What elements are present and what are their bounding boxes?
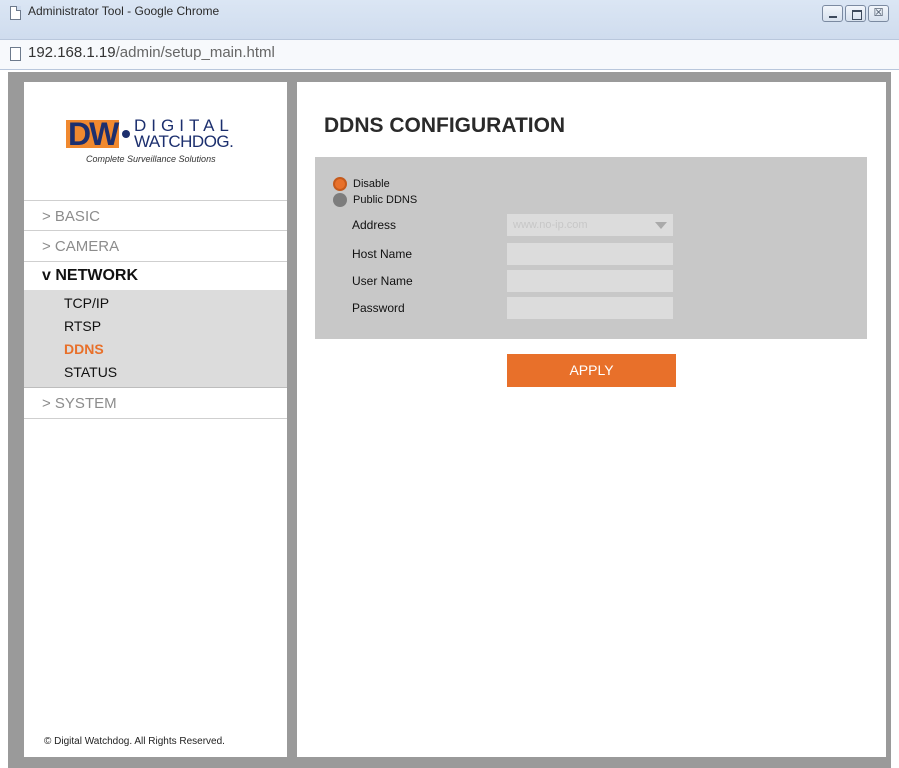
option-disable[interactable]: Disable (333, 176, 390, 192)
page-title: DDNS CONFIGURATION (324, 114, 566, 137)
password-input[interactable] (507, 297, 673, 319)
url-host: 192.168.1.19 (28, 44, 116, 61)
menu-basic[interactable]: > BASIC (24, 200, 287, 231)
page-icon (10, 6, 21, 20)
network-submenu: TCP/IP RTSP DDNS STATUS (24, 290, 287, 388)
close-button[interactable]: ☒ (868, 5, 889, 22)
sidebar-menu: > BASIC > CAMERA v NETWORK TCP/IP RTSP D… (24, 200, 287, 419)
logo-line2: WATCHDOG. (134, 132, 234, 151)
logo-dot (122, 130, 130, 138)
label-disable: Disable (353, 178, 390, 190)
window-titlebar: Administrator Tool - Google Chrome ☒ (0, 0, 899, 40)
apply-button[interactable]: APPLY (507, 354, 676, 387)
digital-watchdog-logo: DW DIGITAL WATCHDOG. Complete Surveillan… (66, 116, 246, 176)
submenu-tcpip[interactable]: TCP/IP (24, 292, 287, 315)
dropdown-arrow-icon (655, 222, 667, 229)
label-public-ddns: Public DDNS (353, 194, 418, 206)
menu-system[interactable]: > SYSTEM (24, 388, 287, 419)
address-value: www.no-ip.com (513, 219, 588, 231)
url-path: /admin/setup_main.html (115, 44, 275, 61)
window-title: Administrator Tool - Google Chrome (28, 4, 220, 18)
address-label: Address (352, 218, 397, 232)
submenu-rtsp[interactable]: RTSP (24, 315, 287, 338)
copyright: © Digital Watchdog. All Rights Reserved. (44, 736, 225, 747)
logo-mark: DW (66, 116, 119, 152)
menu-camera[interactable]: > CAMERA (24, 231, 287, 262)
password-label: Password (352, 301, 405, 315)
submenu-status[interactable]: STATUS (24, 361, 287, 384)
url-text[interactable]: 192.168.1.19/admin/setup_main.html (28, 44, 275, 61)
submenu-ddns[interactable]: DDNS (24, 338, 287, 361)
radio-public-ddns[interactable] (333, 193, 347, 207)
window-controls: ☒ (822, 5, 889, 22)
maximize-button[interactable] (845, 5, 866, 22)
option-public-ddns[interactable]: Public DDNS (333, 192, 417, 208)
address-bar[interactable]: 192.168.1.19/admin/setup_main.html (0, 40, 899, 70)
host-name-input[interactable] (507, 243, 673, 265)
address-select[interactable]: www.no-ip.com (507, 214, 673, 236)
radio-disable[interactable] (333, 177, 347, 191)
host-name-label: Host Name (352, 247, 413, 261)
user-name-label: User Name (352, 274, 413, 288)
menu-network[interactable]: v NETWORK (24, 262, 287, 290)
main-content: DDNS CONFIGURATION Disable Public DDNS A… (297, 82, 886, 757)
sidebar: DW DIGITAL WATCHDOG. Complete Surveillan… (24, 82, 287, 757)
logo-tagline: Complete Surveillance Solutions (86, 154, 216, 164)
ddns-panel: Disable Public DDNS Address www.no-ip.co… (315, 157, 867, 339)
minimize-button[interactable] (822, 5, 843, 22)
document-icon (10, 47, 21, 61)
user-name-input[interactable] (507, 270, 673, 292)
